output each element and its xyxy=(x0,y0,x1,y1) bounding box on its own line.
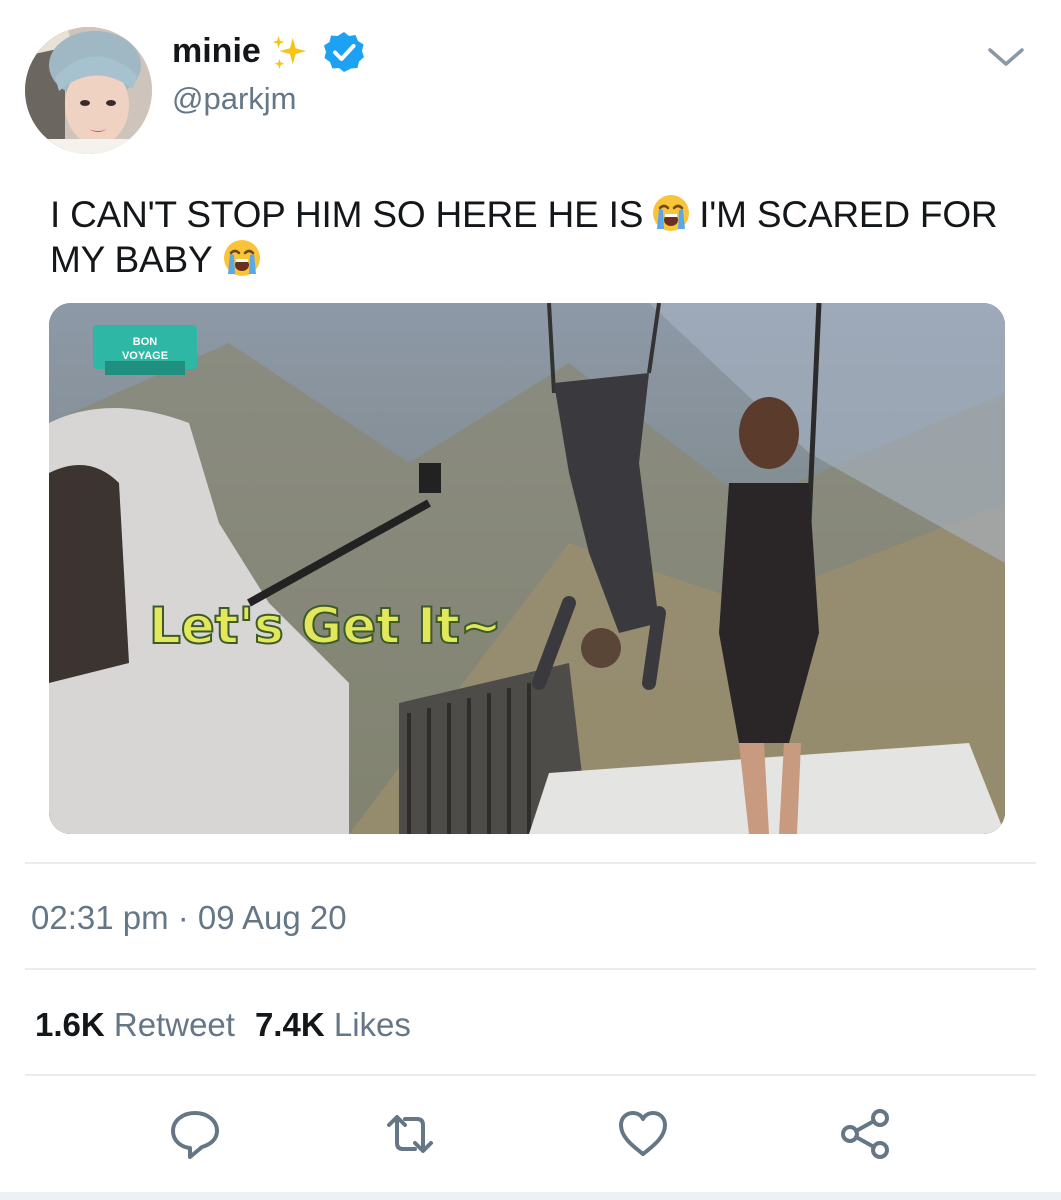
avatar-image xyxy=(25,27,152,154)
divider xyxy=(25,862,1036,864)
video-caption-overlay: Let's Get It~ xyxy=(149,597,502,655)
tweet-text: I CAN'T STOP HIM SO HERE HE IS I'M SCARE… xyxy=(50,192,1030,282)
retweets-stat[interactable]: 1.6K Retweet xyxy=(35,1006,235,1043)
divider xyxy=(25,1074,1036,1076)
svg-text:BON: BON xyxy=(133,336,158,348)
show-logo: BON VOYAGE xyxy=(93,325,197,375)
like-label: Likes xyxy=(333,1006,411,1043)
bottom-band xyxy=(0,1192,1061,1200)
crying-face-icon xyxy=(653,195,690,231)
divider xyxy=(25,968,1036,970)
retweet-icon[interactable] xyxy=(383,1107,437,1161)
chevron-down-icon[interactable] xyxy=(985,42,1027,72)
tweet-media-image[interactable]: BON VOYAGE Let's Get It~ xyxy=(49,303,1005,834)
like-count: 7.4K xyxy=(254,1006,325,1043)
heart-icon[interactable] xyxy=(616,1107,670,1161)
share-icon[interactable] xyxy=(838,1107,892,1161)
display-name[interactable]: minie xyxy=(172,30,261,72)
tweet-text-part1: I CAN'T STOP HIM SO HERE HE IS xyxy=(50,194,644,235)
crying-face-icon xyxy=(224,240,261,276)
media-scene: BON VOYAGE Let's Get It~ xyxy=(49,303,1005,834)
likes-stat[interactable]: 7.4K Likes xyxy=(255,1006,411,1043)
tweet-timestamp[interactable]: 02:31 pm · 09 Aug 20 xyxy=(31,898,347,938)
svg-text:VOYAGE: VOYAGE xyxy=(122,350,168,362)
sparkles-icon xyxy=(272,35,307,70)
retweet-label: Retweet xyxy=(113,1006,235,1043)
handle[interactable]: @parkjm xyxy=(172,80,296,118)
reply-icon[interactable] xyxy=(168,1107,222,1161)
avatar[interactable] xyxy=(25,27,152,154)
verified-badge-icon xyxy=(324,32,364,72)
retweet-count: 1.6K xyxy=(35,1006,105,1043)
engagement-stats: 1.6K Retweet 7.4K Likes xyxy=(35,1004,411,1046)
